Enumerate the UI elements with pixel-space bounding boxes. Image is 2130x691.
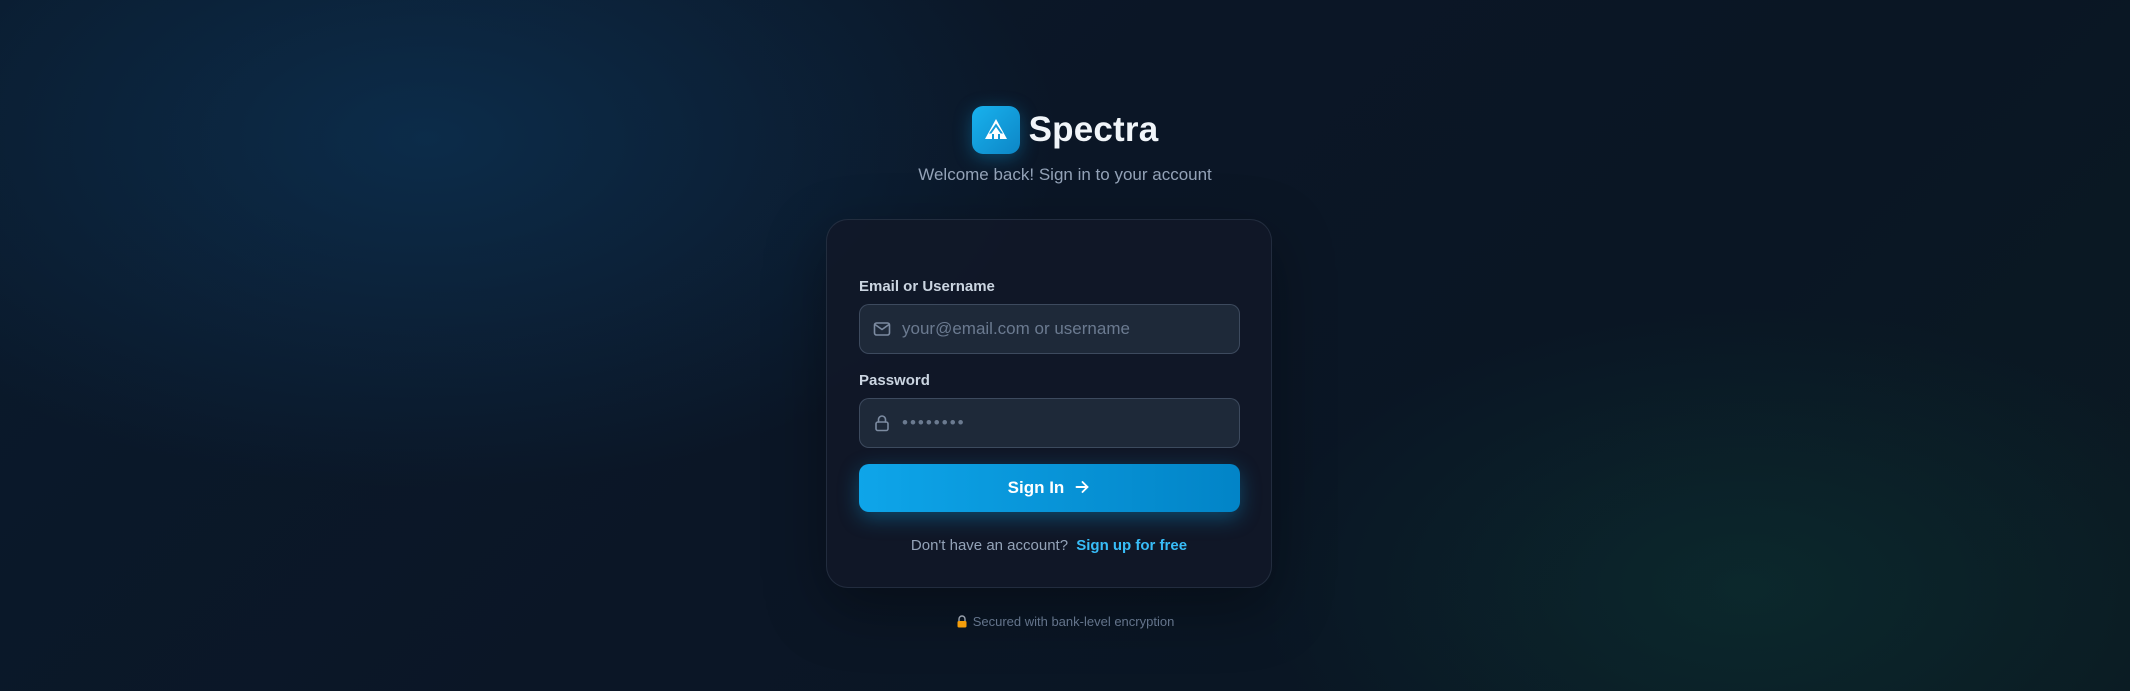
security-note-text: Secured with bank-level encryption [972, 614, 1175, 629]
email-input[interactable] [902, 305, 1239, 353]
welcome-subtitle: Welcome back! Sign in to your account [918, 165, 1212, 184]
padlock-icon [956, 615, 968, 628]
email-field-wrapper [859, 304, 1240, 354]
signup-prompt: Don't have an account? [910, 537, 1069, 554]
arrow-right-icon [1073, 478, 1091, 499]
login-card: Email or Username Password Sign In [826, 219, 1272, 588]
spectra-logo-icon [971, 106, 1020, 154]
signup-row: Don't have an account? Sign up for free [827, 537, 1271, 554]
sign-in-button[interactable]: Sign In [859, 464, 1240, 512]
email-label: Email or Username [859, 278, 995, 295]
brand-name: Spectra [1028, 110, 1159, 149]
password-field-wrapper [859, 398, 1240, 448]
signup-link[interactable]: Sign up for free [1076, 537, 1187, 554]
lock-icon [872, 413, 892, 433]
password-label: Password [859, 372, 930, 389]
security-note: Secured with bank-level encryption [0, 614, 2130, 629]
sign-in-label: Sign In [1007, 478, 1065, 497]
mail-icon [872, 319, 892, 339]
password-input[interactable] [902, 399, 1239, 447]
brand-header: Spectra [0, 106, 2130, 154]
